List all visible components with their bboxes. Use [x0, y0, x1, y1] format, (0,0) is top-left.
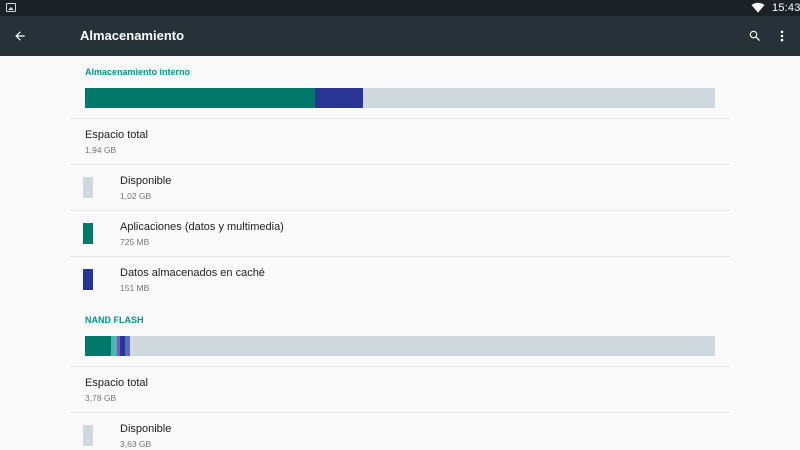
status-bar: 15:43	[0, 0, 800, 16]
apps-color-swatch	[83, 223, 93, 244]
total-space-row[interactable]: Espacio total 1,94 GB	[70, 119, 730, 165]
nand-available-row[interactable]: Disponible 3,63 GB	[70, 413, 730, 450]
nand-usage-bar	[85, 336, 715, 356]
overflow-menu-button[interactable]	[772, 24, 792, 48]
usage-segment	[85, 336, 111, 356]
available-color-swatch	[83, 425, 93, 446]
status-clock: 15:43	[772, 2, 800, 14]
available-color-swatch	[83, 177, 93, 198]
search-button[interactable]	[744, 24, 766, 48]
nand-available-value: 3,63 GB	[120, 439, 152, 449]
nand-total-space-value: 3,78 GB	[85, 393, 117, 403]
page-title: Almacenamiento	[80, 28, 185, 43]
image-icon	[6, 3, 16, 12]
usage-segment	[125, 336, 131, 356]
nand-flash-header: NAND FLASH	[85, 315, 144, 325]
nand-total-space-row[interactable]: Espacio total 3,78 GB	[70, 367, 730, 413]
available-label: Disponible	[120, 175, 172, 187]
internal-storage-header: Almacenamiento interno	[85, 67, 191, 77]
usage-segment-cache	[314, 88, 364, 108]
cache-color-swatch	[83, 269, 93, 290]
nand-total-space-label: Espacio total	[85, 377, 148, 389]
total-space-label: Espacio total	[85, 129, 148, 141]
cached-data-row[interactable]: Datos almacenados en caché 151 MB	[70, 257, 730, 303]
apps-row[interactable]: Aplicaciones (datos y multimedia) 725 MB	[70, 211, 730, 257]
apps-label: Aplicaciones (datos y multimedia)	[120, 221, 284, 233]
internal-usage-bar	[85, 88, 715, 108]
apps-value: 725 MB	[120, 237, 150, 247]
app-bar: Almacenamiento	[0, 16, 800, 56]
more-vert-icon	[780, 30, 784, 42]
storage-content: Almacenamiento interno Espacio total 1,9…	[70, 56, 730, 450]
available-value: 1,02 GB	[120, 191, 152, 201]
available-row[interactable]: Disponible 1,02 GB	[70, 165, 730, 211]
search-icon	[749, 30, 760, 41]
nand-available-label: Disponible	[120, 423, 172, 435]
back-arrow-icon	[15, 31, 25, 41]
total-space-value: 1,94 GB	[85, 145, 117, 155]
back-button[interactable]	[8, 24, 32, 48]
wifi-icon	[751, 2, 765, 13]
usage-segment-apps	[85, 88, 315, 108]
cached-data-value: 151 MB	[120, 283, 150, 293]
cached-data-label: Datos almacenados en caché	[120, 267, 265, 279]
